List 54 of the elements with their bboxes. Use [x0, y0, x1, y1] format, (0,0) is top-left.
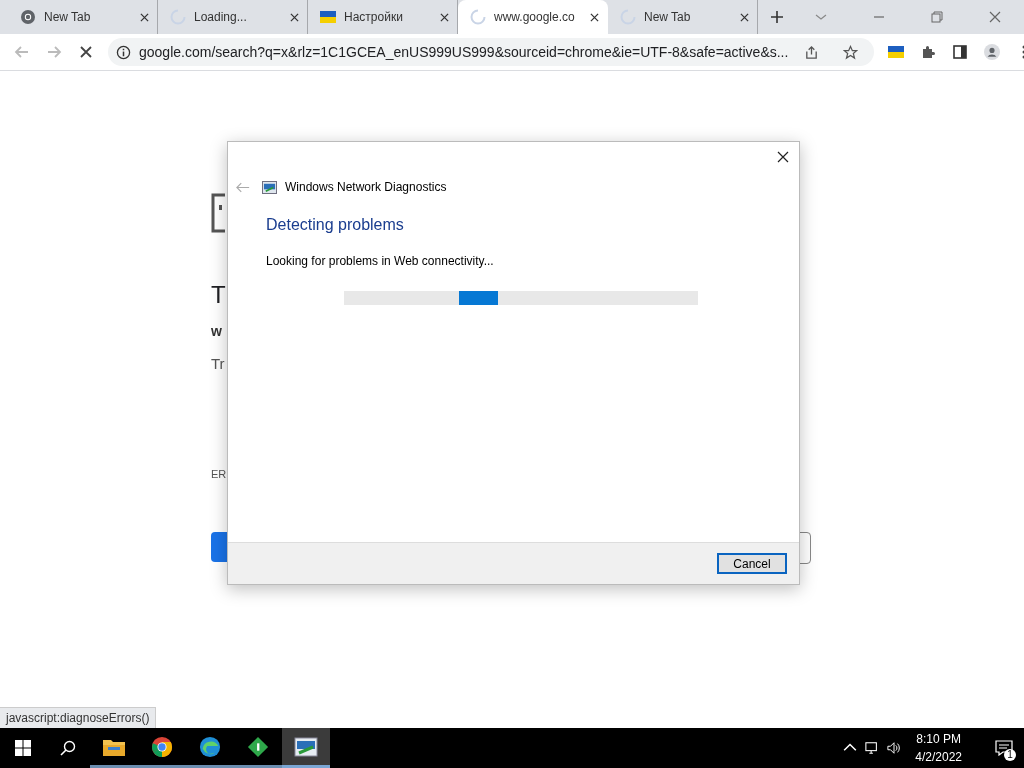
browser-tab[interactable]: New Tab — [608, 0, 758, 34]
tab-title: Loading... — [194, 10, 248, 24]
error-code: ER — [211, 468, 227, 480]
clock-time[interactable]: 8:10 PM — [916, 730, 961, 748]
profile-icon[interactable] — [984, 44, 1001, 60]
close-icon[interactable] — [440, 12, 449, 22]
restore-icon[interactable] — [931, 11, 943, 23]
tab-title: New Tab — [644, 10, 692, 24]
info-icon — [116, 44, 131, 60]
tab-title: New Tab — [44, 10, 92, 24]
page-heading: T — [211, 281, 226, 309]
chrome-icon — [150, 735, 174, 758]
dialog-heading: Detecting problems — [266, 216, 405, 234]
windows-start-icon[interactable] — [15, 740, 31, 756]
network-icon[interactable] — [865, 741, 880, 755]
close-icon[interactable] — [590, 12, 599, 22]
close-icon[interactable] — [777, 151, 789, 163]
tab-title: www.google.co — [494, 10, 576, 24]
star-icon[interactable] — [843, 44, 859, 60]
network-diagnostics-icon — [294, 735, 318, 758]
share-icon[interactable] — [804, 44, 820, 60]
status-bubble: javascript:diagnoseErrors() — [0, 707, 157, 728]
status-message: Looking for problems in Web connectivity... — [266, 254, 495, 268]
error-page-icon — [211, 193, 227, 233]
cancel-button[interactable]: Cancel — [717, 553, 787, 574]
side-panel-icon[interactable] — [952, 44, 969, 60]
close-icon[interactable] — [140, 12, 149, 22]
taskbar-app[interactable] — [282, 728, 330, 768]
network-diagnostics-icon — [262, 180, 277, 194]
search-icon[interactable] — [60, 740, 76, 756]
page-host: w — [211, 323, 222, 339]
chrome-icon — [20, 9, 36, 25]
notification-icon[interactable] — [995, 740, 1013, 756]
browser-tab[interactable]: New Tab — [8, 0, 158, 34]
browser-tab[interactable]: www.google.co — [458, 0, 608, 34]
flag-icon[interactable] — [888, 44, 905, 60]
flag-icon — [320, 9, 336, 25]
stop-icon[interactable] — [78, 44, 94, 60]
address-field[interactable]: google.com/search?q=x&rlz=1C1GCEA_enUS999US999&sourceid=chrome&ie=UTF-8&safe=active&s... — [108, 38, 875, 66]
browser-tab[interactable]: Loading... — [158, 0, 308, 34]
tab-title: Настройки — [344, 10, 404, 24]
close-icon[interactable] — [290, 12, 299, 22]
edge-icon — [198, 735, 222, 758]
new-tab-icon[interactable] — [770, 10, 784, 24]
page-hint: Tr — [211, 355, 225, 372]
browser-tab[interactable]: Настройки — [308, 0, 458, 34]
dialog-title: Windows Network Diagnostics — [285, 180, 447, 194]
close-icon[interactable] — [740, 12, 749, 22]
notification-count: 1 — [1004, 749, 1016, 761]
clock-date[interactable]: 4/2/2022 — [915, 748, 962, 766]
puzzle-icon[interactable] — [920, 44, 937, 60]
volume-icon[interactable] — [887, 741, 902, 755]
spinner-icon — [470, 9, 486, 25]
diamond-icon — [246, 735, 270, 758]
